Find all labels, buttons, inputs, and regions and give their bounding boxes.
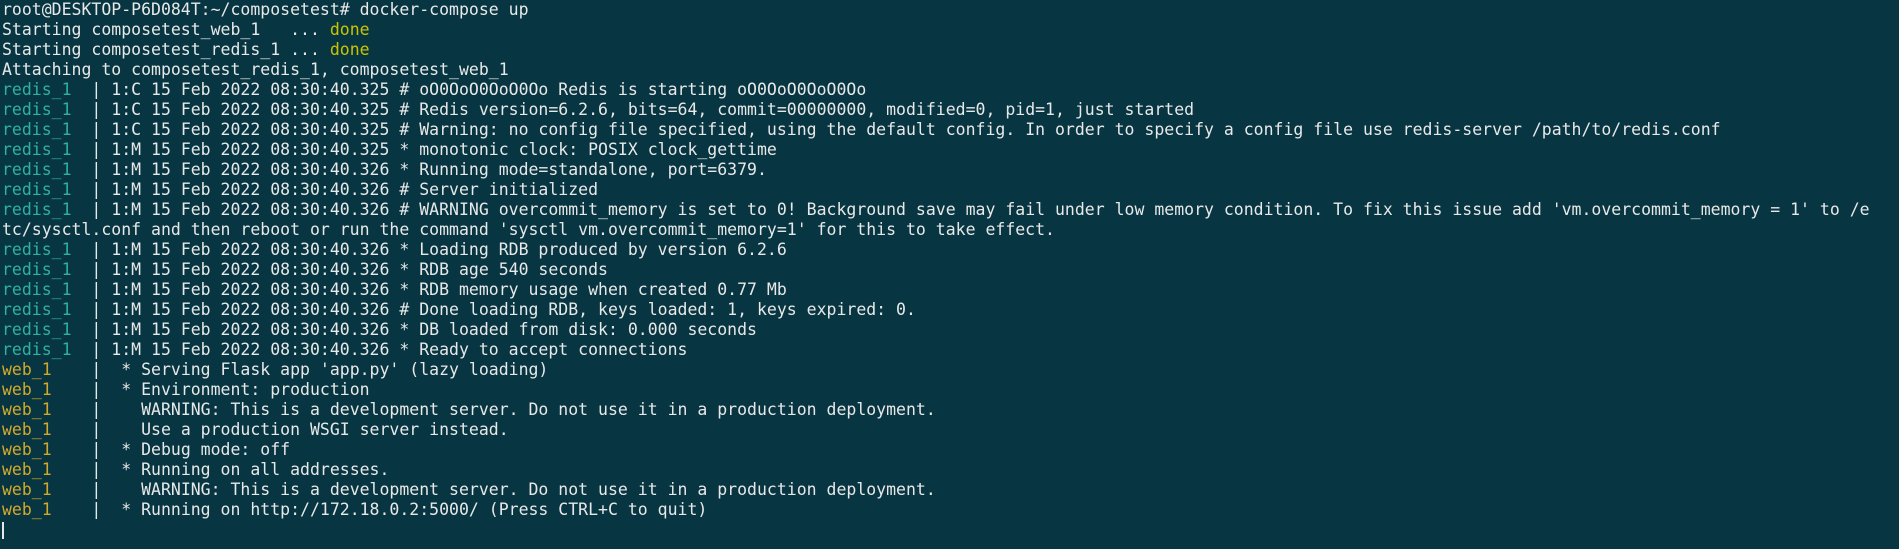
service-name: web_1 [2,460,92,479]
terminal-window[interactable]: root@DESKTOP-P6D084T:~/composetest# dock… [0,0,1899,540]
log-message: * Running on http://172.18.0.2:5000/ (Pr… [111,500,708,519]
service-name: web_1 [2,360,92,379]
log-line: web_1 | WARNING: This is a development s… [2,480,1899,500]
service-name: redis_1 [2,300,92,319]
log-line: redis_1 | 1:M 15 Feb 2022 08:30:40.326 *… [2,340,1899,360]
log-line: web_1 | WARNING: This is a development s… [2,400,1899,420]
shell-prompt: root@DESKTOP-P6D084T:~/composetest# [2,0,360,19]
text-cursor [2,522,4,539]
separator: | [91,200,112,219]
separator: | [91,300,112,319]
log-line: web_1 | * Debug mode: off [2,440,1899,460]
service-name: web_1 [2,420,92,439]
log-message: WARNING: This is a development server. D… [111,400,936,419]
service-name: redis_1 [2,180,92,199]
log-message: 1:M 15 Feb 2022 08:30:40.326 * DB loaded… [111,320,757,339]
log-line: redis_1 | 1:M 15 Feb 2022 08:30:40.326 *… [2,280,1899,300]
log-message: 1:M 15 Feb 2022 08:30:40.326 * RDB age 5… [111,260,608,279]
log-line: redis_1 | 1:M 15 Feb 2022 08:30:40.326 *… [2,160,1899,180]
log-line: tc/sysctl.conf and then reboot or run th… [2,220,1899,240]
separator: | [91,140,112,159]
service-name: redis_1 [2,340,92,359]
log-message: WARNING: This is a development server. D… [111,480,936,499]
attaching-line: Attaching to composetest_redis_1, compos… [2,60,509,79]
log-line: redis_1 | 1:M 15 Feb 2022 08:30:40.326 #… [2,200,1899,220]
command-line: root@DESKTOP-P6D084T:~/composetest# dock… [2,0,1899,20]
log-line: redis_1 | 1:C 15 Feb 2022 08:30:40.325 #… [2,80,1899,100]
service-name: redis_1 [2,80,92,99]
service-name: web_1 [2,400,92,419]
log-message: 1:C 15 Feb 2022 08:30:40.325 # Redis ver… [111,100,1195,119]
log-line: redis_1 | 1:M 15 Feb 2022 08:30:40.326 *… [2,320,1899,340]
log-line: redis_1 | 1:M 15 Feb 2022 08:30:40.326 *… [2,240,1899,260]
service-name: redis_1 [2,260,92,279]
separator: | [91,260,112,279]
log-line: redis_1 | 1:M 15 Feb 2022 08:30:40.326 *… [2,260,1899,280]
separator: | [91,80,112,99]
status-done: done [329,20,370,39]
log-line: redis_1 | 1:M 15 Feb 2022 08:30:40.325 *… [2,140,1899,160]
separator: | [91,280,112,299]
service-name: redis_1 [2,200,92,219]
service-name: redis_1 [2,100,92,119]
log-line: web_1 | * Running on http://172.18.0.2:5… [2,500,1899,520]
service-name: web_1 [2,500,92,519]
separator: | [91,340,112,359]
service-name: web_1 [2,380,92,399]
separator: | [91,440,112,459]
service-name: web_1 [2,440,92,459]
separator: | [91,420,112,439]
log-message: 1:M 15 Feb 2022 08:30:40.326 # Server in… [111,180,599,199]
log-message: 1:M 15 Feb 2022 08:30:40.326 * Loading R… [111,240,787,259]
service-name: redis_1 [2,120,92,139]
separator: | [91,400,112,419]
log-message: 1:M 15 Feb 2022 08:30:40.325 * monotonic… [111,140,777,159]
separator: | [91,160,112,179]
log-message: * Serving Flask app 'app.py' (lazy loadi… [111,360,549,379]
log-output: redis_1 | 1:C 15 Feb 2022 08:30:40.325 #… [2,80,1899,520]
log-line: web_1 | Use a production WSGI server ins… [2,420,1899,440]
log-line: redis_1 | 1:M 15 Feb 2022 08:30:40.326 #… [2,300,1899,320]
log-message: tc/sysctl.conf and then reboot or run th… [2,220,1055,239]
log-message: * Environment: production [111,380,370,399]
separator: | [91,240,112,259]
starting-line: Starting composetest_web_1 ... done [2,20,370,39]
input-line[interactable] [2,520,1899,540]
log-line: redis_1 | 1:M 15 Feb 2022 08:30:40.326 #… [2,180,1899,200]
log-message: 1:C 15 Feb 2022 08:30:40.325 # oO0OoO0Oo… [111,80,867,99]
command-text: docker-compose up [359,0,529,19]
separator: | [91,320,112,339]
separator: | [91,480,112,499]
service-name: redis_1 [2,240,92,259]
service-name: redis_1 [2,160,92,179]
log-message: 1:M 15 Feb 2022 08:30:40.326 * Running m… [111,160,767,179]
log-message: 1:M 15 Feb 2022 08:30:40.326 # WARNING o… [111,200,1870,219]
log-message: Use a production WSGI server instead. [111,420,509,439]
separator: | [91,360,112,379]
separator: | [91,100,112,119]
log-line: redis_1 | 1:C 15 Feb 2022 08:30:40.325 #… [2,100,1899,120]
starting-line: Starting composetest_redis_1 ... done [2,40,370,59]
log-line: web_1 | * Serving Flask app 'app.py' (la… [2,360,1899,380]
log-message: * Debug mode: off [111,440,291,459]
service-name: redis_1 [2,140,92,159]
log-message: * Running on all addresses. [111,460,390,479]
status-done: done [329,40,370,59]
log-message: 1:C 15 Feb 2022 08:30:40.325 # Warning: … [111,120,1721,139]
service-name: redis_1 [2,320,92,339]
log-line: redis_1 | 1:C 15 Feb 2022 08:30:40.325 #… [2,120,1899,140]
log-message: 1:M 15 Feb 2022 08:30:40.326 * RDB memor… [111,280,787,299]
log-line: web_1 | * Environment: production [2,380,1899,400]
service-name: redis_1 [2,280,92,299]
service-name: web_1 [2,480,92,499]
separator: | [91,380,112,399]
log-message: 1:M 15 Feb 2022 08:30:40.326 * Ready to … [111,340,688,359]
log-message: 1:M 15 Feb 2022 08:30:40.326 # Done load… [111,300,916,319]
separator: | [91,120,112,139]
log-line: web_1 | * Running on all addresses. [2,460,1899,480]
separator: | [91,180,112,199]
separator: | [91,500,112,519]
separator: | [91,460,112,479]
